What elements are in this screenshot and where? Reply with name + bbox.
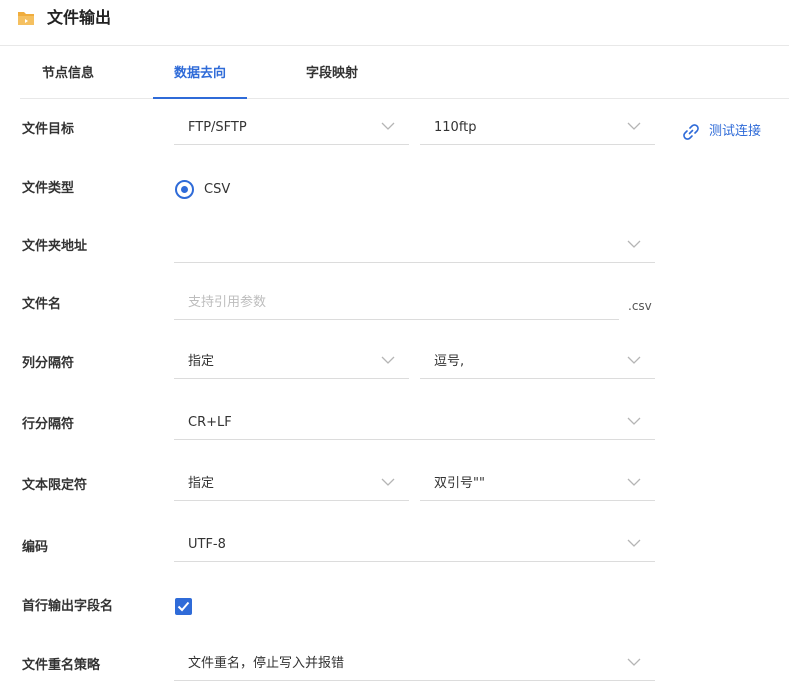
column-separator-mode-value: 指定 xyxy=(188,354,215,369)
file-target-type-value: FTP/SFTP xyxy=(188,120,247,135)
chevron-down-icon xyxy=(627,122,641,130)
chevron-down-icon xyxy=(627,417,641,425)
text-qualifier-label: 文本限定符 xyxy=(22,478,88,493)
radio-selected-dot xyxy=(181,186,188,193)
column-separator-select[interactable]: 逗号, xyxy=(420,345,655,379)
csv-radio[interactable] xyxy=(175,180,194,199)
file-type-label: 文件类型 xyxy=(22,181,75,196)
header-row-label: 首行输出字段名 xyxy=(22,599,114,614)
encoding-select[interactable]: UTF-8 xyxy=(174,528,655,562)
panel-title: 文件输出 xyxy=(47,8,112,27)
rename-strategy-value: 文件重名，停止写入并报错 xyxy=(188,656,345,671)
encoding-label: 编码 xyxy=(22,540,49,555)
text-qualifier-value: 双引号"" xyxy=(434,476,485,491)
encoding-value: UTF-8 xyxy=(188,537,226,552)
chevron-down-icon xyxy=(381,122,395,130)
chevron-down-icon xyxy=(627,240,641,248)
rename-strategy-label: 文件重名策略 xyxy=(22,658,101,673)
text-qualifier-mode-select[interactable]: 指定 xyxy=(174,467,409,501)
file-name-input[interactable]: 支持引用参数 xyxy=(174,286,619,320)
tab-bar: 节点信息 数据去向 字段映射 xyxy=(20,46,789,99)
panel-header: 文件输出 xyxy=(0,0,789,46)
file-target-label: 文件目标 xyxy=(22,122,75,137)
folder-path-label: 文件夹地址 xyxy=(22,239,88,254)
text-qualifier-select[interactable]: 双引号"" xyxy=(420,467,655,501)
file-target-type-select[interactable]: FTP/SFTP xyxy=(174,111,409,145)
tab-data-destination[interactable]: 数据去向 xyxy=(153,46,247,99)
row-separator-label: 行分隔符 xyxy=(22,417,75,432)
rename-strategy-select[interactable]: 文件重名，停止写入并报错 xyxy=(174,647,655,681)
active-tab-indicator xyxy=(153,97,247,99)
link-icon xyxy=(683,124,699,140)
column-separator-mode-select[interactable]: 指定 xyxy=(174,345,409,379)
chevron-down-icon xyxy=(627,658,641,666)
tab-node-info[interactable]: 节点信息 xyxy=(20,46,116,99)
chevron-down-icon xyxy=(381,478,395,486)
row-separator-select[interactable]: CR+LF xyxy=(174,406,655,440)
csv-radio-label[interactable]: CSV xyxy=(204,181,230,199)
file-name-placeholder: 支持引用参数 xyxy=(188,295,267,310)
file-name-label: 文件名 xyxy=(22,297,62,312)
column-separator-label: 列分隔符 xyxy=(22,356,75,371)
chevron-down-icon xyxy=(627,356,641,364)
file-target-connection-select[interactable]: 110ftp xyxy=(420,111,655,145)
folder-icon xyxy=(18,12,34,25)
check-icon xyxy=(177,601,190,612)
test-connection-label: 测试连接 xyxy=(709,124,762,139)
tab-field-mapping[interactable]: 字段映射 xyxy=(286,46,378,99)
file-extension-suffix: .csv xyxy=(628,299,652,313)
column-separator-value: 逗号, xyxy=(434,354,465,369)
chevron-down-icon xyxy=(627,539,641,547)
folder-path-select[interactable] xyxy=(174,229,655,263)
header-row-checkbox[interactable] xyxy=(175,598,192,615)
file-target-connection-value: 110ftp xyxy=(434,120,477,135)
text-qualifier-mode-value: 指定 xyxy=(188,476,215,491)
chevron-down-icon xyxy=(627,478,641,486)
chevron-down-icon xyxy=(381,356,395,364)
row-separator-value: CR+LF xyxy=(188,415,232,430)
